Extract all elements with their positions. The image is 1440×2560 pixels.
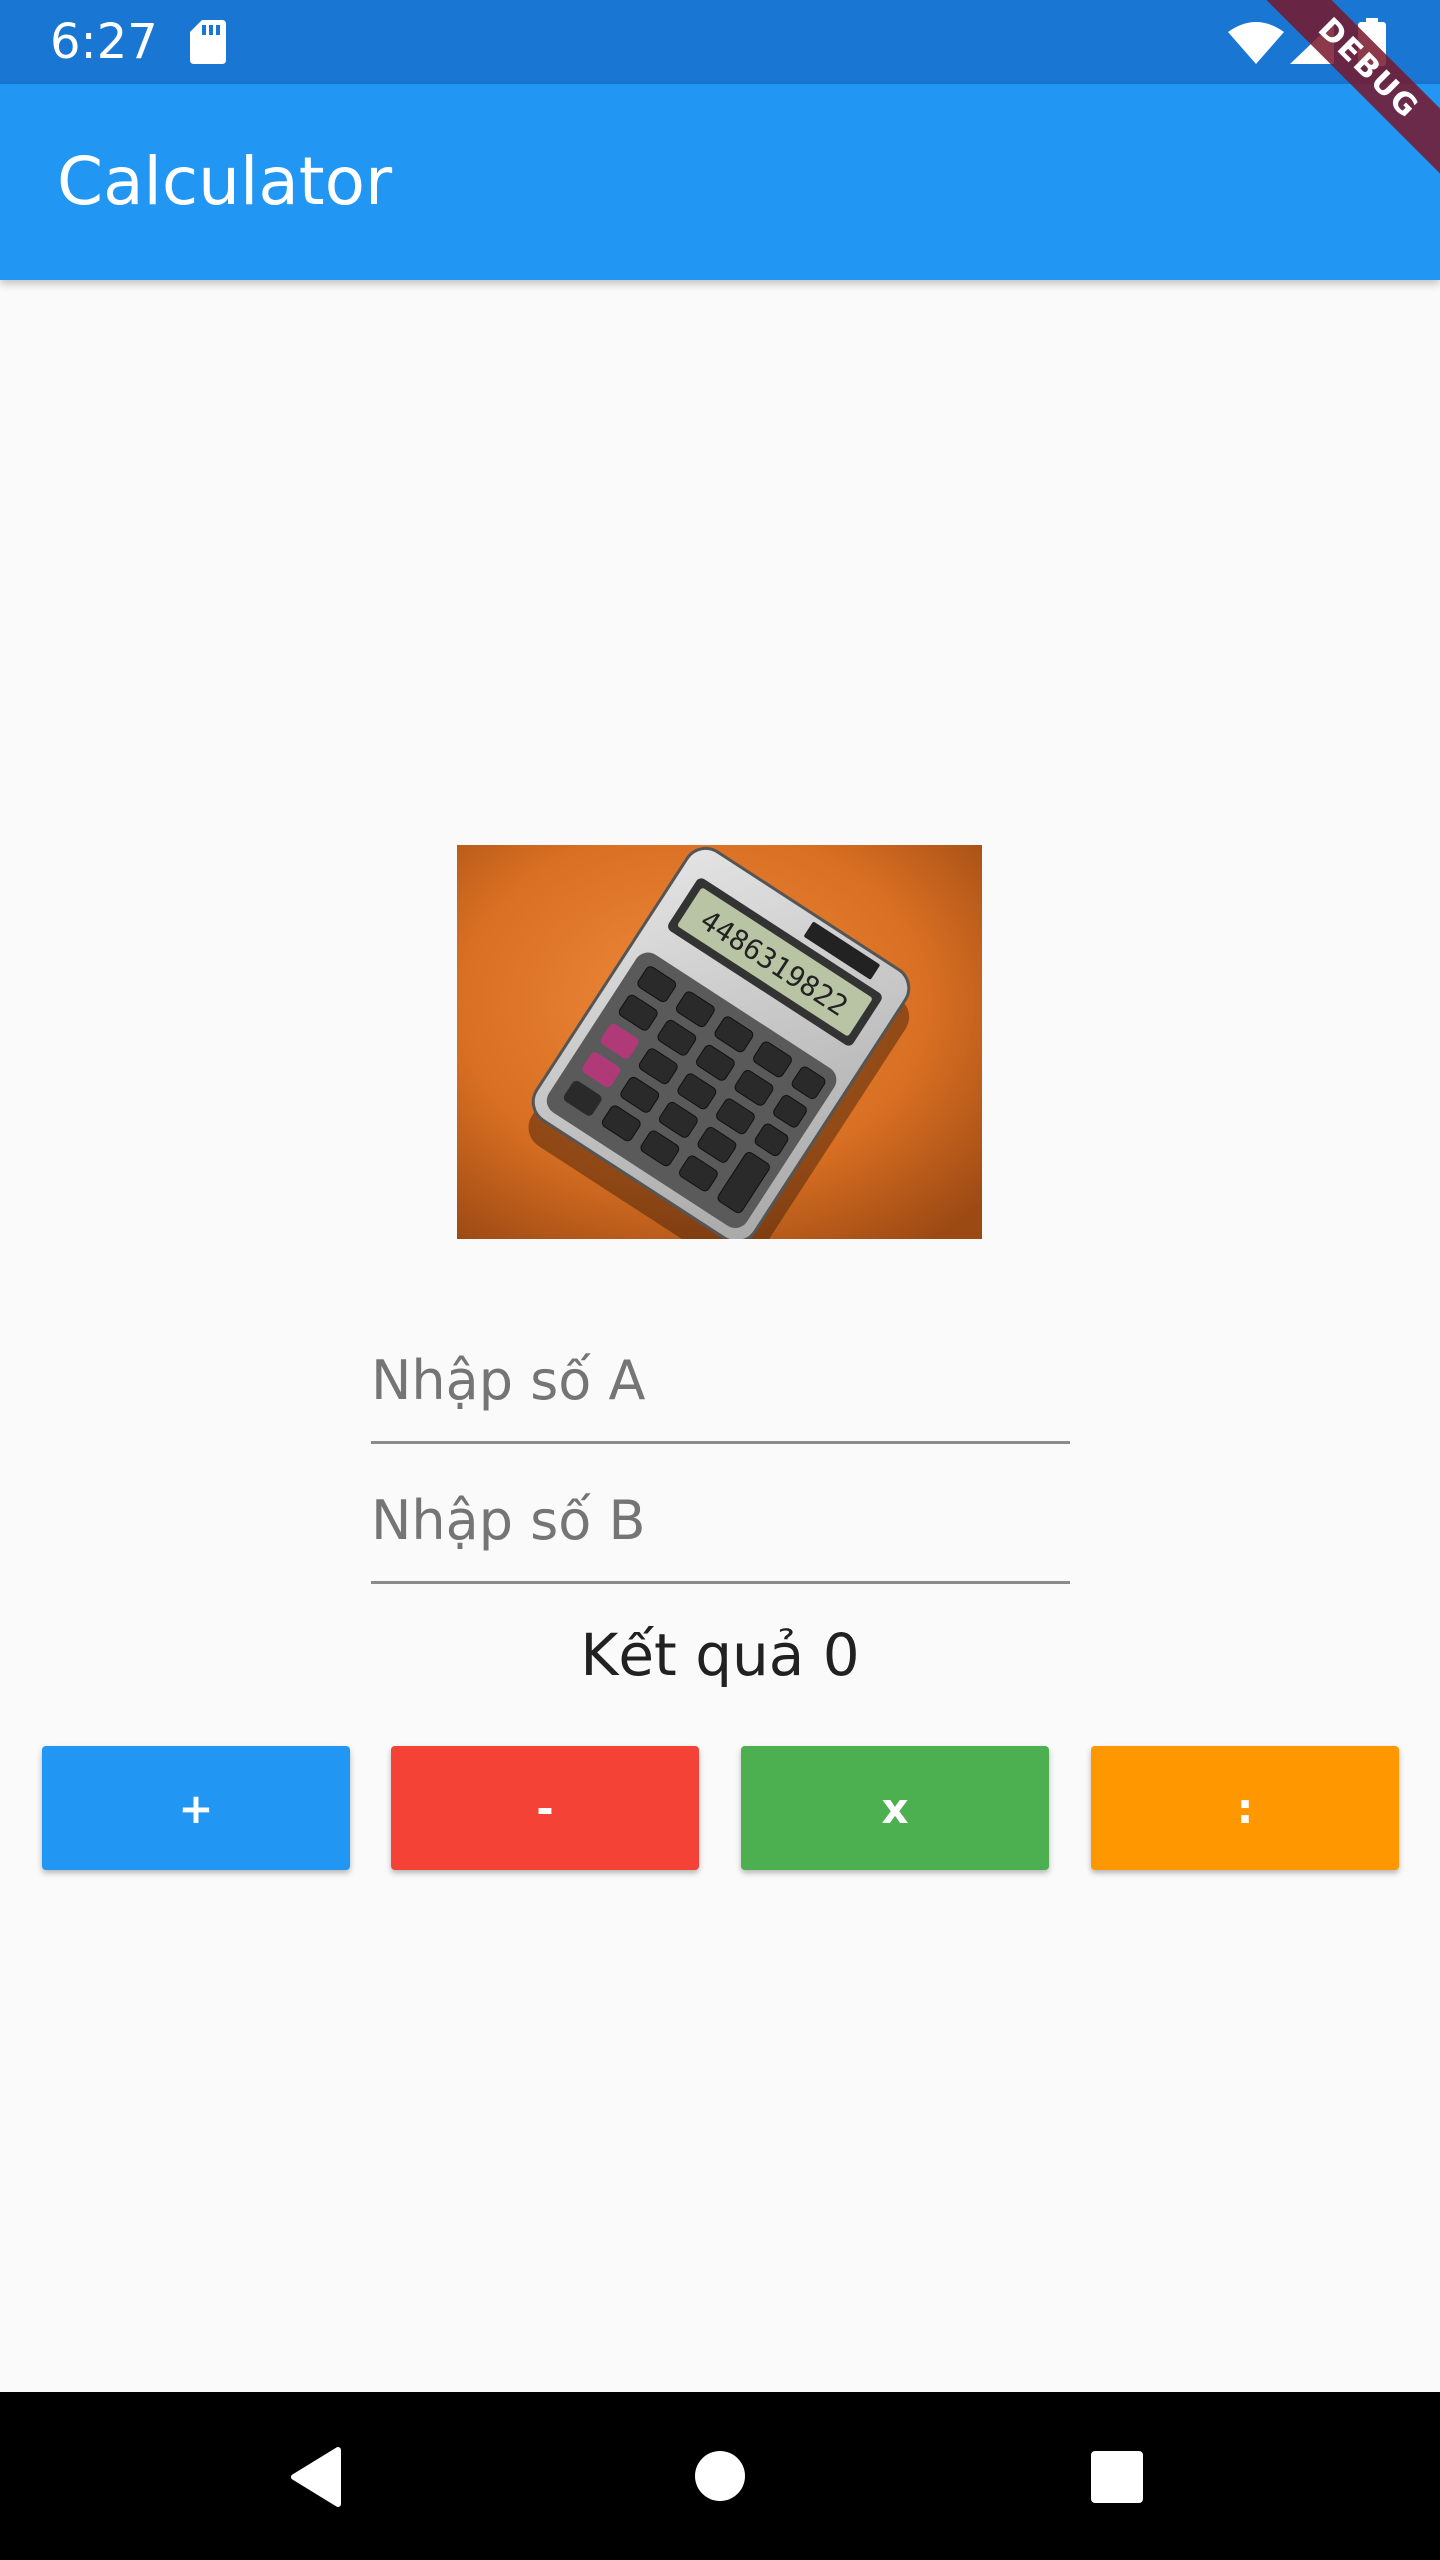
number-b-field[interactable] (371, 1456, 1070, 1584)
navigation-bar (0, 2392, 1440, 2560)
wifi-icon (1228, 22, 1284, 64)
calculator-image: 4486319822 (457, 845, 982, 1239)
result-text: Kết quả 0 (580, 1621, 860, 1689)
recents-icon[interactable] (1090, 2450, 1144, 2504)
multiply-button-label: x (881, 1783, 909, 1833)
app-bar: Calculator (0, 84, 1440, 280)
add-button-label: + (178, 1783, 214, 1833)
sd-card-icon (190, 20, 226, 64)
subtract-button-label: - (536, 1783, 554, 1833)
home-icon[interactable] (694, 2450, 746, 2502)
status-bar: 6:27 (0, 0, 1440, 84)
calculator-photo-icon: 4486319822 (457, 845, 982, 1239)
number-a-field[interactable] (371, 1316, 1070, 1444)
number-b-input[interactable] (371, 1480, 1070, 1560)
add-button[interactable]: + (42, 1746, 350, 1870)
multiply-button[interactable]: x (741, 1746, 1049, 1870)
status-time: 6:27 (50, 14, 158, 70)
app-title: Calculator (57, 143, 393, 220)
number-a-input[interactable] (371, 1340, 1070, 1420)
subtract-button[interactable]: - (391, 1746, 699, 1870)
back-icon[interactable] (288, 2446, 342, 2508)
divide-button-label: : (1236, 1783, 1254, 1833)
divide-button[interactable]: : (1091, 1746, 1399, 1870)
